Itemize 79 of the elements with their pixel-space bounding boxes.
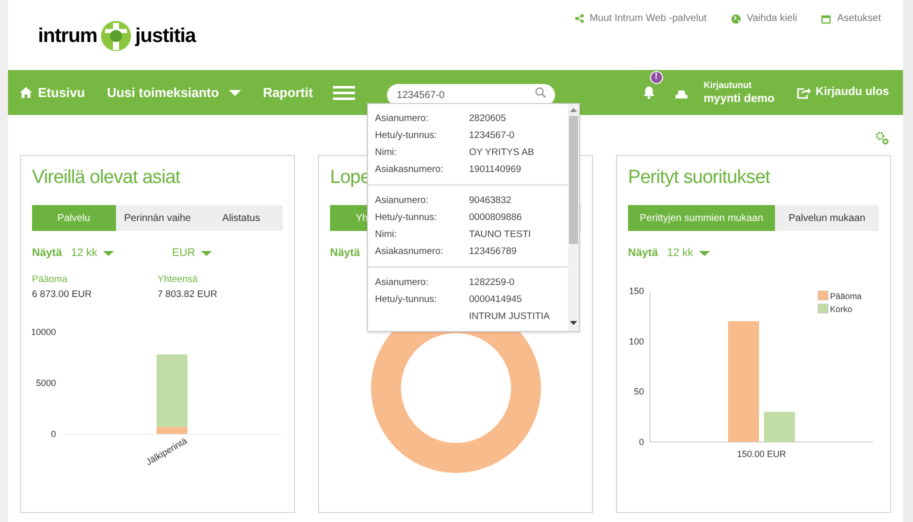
field-value: 123456789	[469, 245, 518, 259]
search-icon	[534, 86, 546, 98]
caret-icon	[699, 250, 710, 256]
axis-tick-label: 0	[638, 437, 644, 447]
legend-label: Korko	[830, 304, 852, 314]
period-dropdown[interactable]: EUR	[172, 244, 212, 262]
logo-text: justitia	[135, 24, 196, 49]
tab[interactable]: Perittyjen summien mukaan	[628, 205, 775, 231]
header-link[interactable]: Vaihda kieli	[746, 11, 798, 26]
share-icon	[574, 14, 584, 23]
user-icon	[674, 90, 688, 98]
menu-icon[interactable]	[332, 86, 355, 100]
search-result-item[interactable]: Asianumero: 1282259-0 Hetu/y-tunnus: 0000414945 INTRUM JUSTITIA	[368, 268, 568, 331]
total-label: Pääoma	[32, 273, 68, 287]
total-label: Yhteensä	[158, 273, 199, 287]
category-label: 150.00 EUR	[736, 449, 786, 459]
caret-icon	[201, 250, 212, 256]
field-value: 90463832	[469, 194, 512, 208]
field-value: INTRUM JUSTITIA	[469, 310, 551, 324]
total-value: 7 803.82 EUR	[158, 288, 218, 302]
logout-link[interactable]: Kirjaudu ulos	[796, 84, 889, 102]
field-value: 0000414945	[469, 293, 523, 307]
field-value: TAUNO TESTI	[469, 228, 532, 242]
field-label: Hetu/y-tunnus:	[375, 293, 438, 307]
field-value: 1234567-0	[469, 129, 516, 143]
field-label: Hetu/y-tunnus:	[375, 211, 438, 225]
field-value: 1282259-0	[469, 276, 516, 290]
home-icon	[20, 87, 32, 98]
bell-icon[interactable]	[642, 86, 655, 98]
scrollbar[interactable]	[568, 104, 579, 331]
field-label: Asiakasnumero:	[375, 163, 444, 177]
legend-item: Pääoma	[818, 290, 862, 301]
field-label: Nimi:	[375, 146, 398, 160]
chart-bar	[764, 412, 795, 442]
field-label: Asianumero:	[375, 194, 430, 208]
filter-label: Näytä	[628, 246, 658, 261]
card-title: Vireillä olevat asiat	[32, 166, 180, 190]
globe-icon	[730, 14, 741, 24]
login-status: Kirjautunut	[704, 78, 753, 90]
axis-tick-label: 10000	[32, 327, 56, 337]
axis-tick-label: 0	[50, 429, 56, 439]
axis-tick-label: 5000	[36, 378, 56, 388]
axis-tick-label: 100	[628, 336, 644, 346]
nav-link[interactable]: Uusi toimeksianto	[106, 82, 241, 102]
nav-link[interactable]: Raportit	[262, 82, 313, 102]
filter-label: Näytä	[32, 246, 62, 261]
caret-icon	[103, 250, 114, 256]
nav-link[interactable]: Etusivu	[20, 82, 85, 102]
header-link[interactable]: Muut Intrum Web -palvelut	[590, 11, 707, 26]
header-link[interactable]: Asetukset	[837, 11, 881, 26]
field-label: Asianumero:	[375, 276, 430, 290]
field-label: Nimi:	[375, 228, 398, 242]
user-name: myynti demo	[704, 92, 775, 106]
field-value: 0000809886	[469, 211, 523, 225]
field-label: Asianumero:	[375, 112, 430, 126]
field-value: 1901140969	[469, 163, 522, 177]
filter-label: Näytä	[330, 246, 360, 261]
field-value: 2820605	[469, 112, 507, 126]
period-dropdown[interactable]: 12 kk	[666, 244, 710, 262]
scroll-down-icon	[570, 321, 577, 325]
card-title: Perityt suoritukset	[628, 166, 770, 190]
field-value: OY YRITYS AB	[469, 146, 536, 160]
calendar-icon	[821, 14, 832, 24]
notification-badge: !	[650, 70, 663, 84]
axis-tick-label: 50	[634, 386, 644, 397]
settings-icon[interactable]	[875, 131, 889, 145]
tab[interactable]: Palvelu	[32, 205, 116, 231]
legend-item: Korko	[818, 304, 852, 314]
period-dropdown[interactable]: 12 kk	[70, 244, 114, 262]
scroll-up-icon	[570, 108, 577, 112]
caret-icon	[228, 90, 241, 96]
field-label: Asiakasnumero:	[375, 245, 444, 259]
field-label: Hetu/y-tunnus:	[375, 129, 438, 143]
legend-label: Pääoma	[830, 291, 862, 301]
logo-text: intrum	[38, 24, 98, 49]
total-value: 6 873.00 EUR	[32, 288, 93, 302]
axis-tick-label: 150	[628, 286, 644, 296]
share-arrow-icon	[796, 86, 811, 98]
logo-emblem-icon	[100, 20, 132, 52]
